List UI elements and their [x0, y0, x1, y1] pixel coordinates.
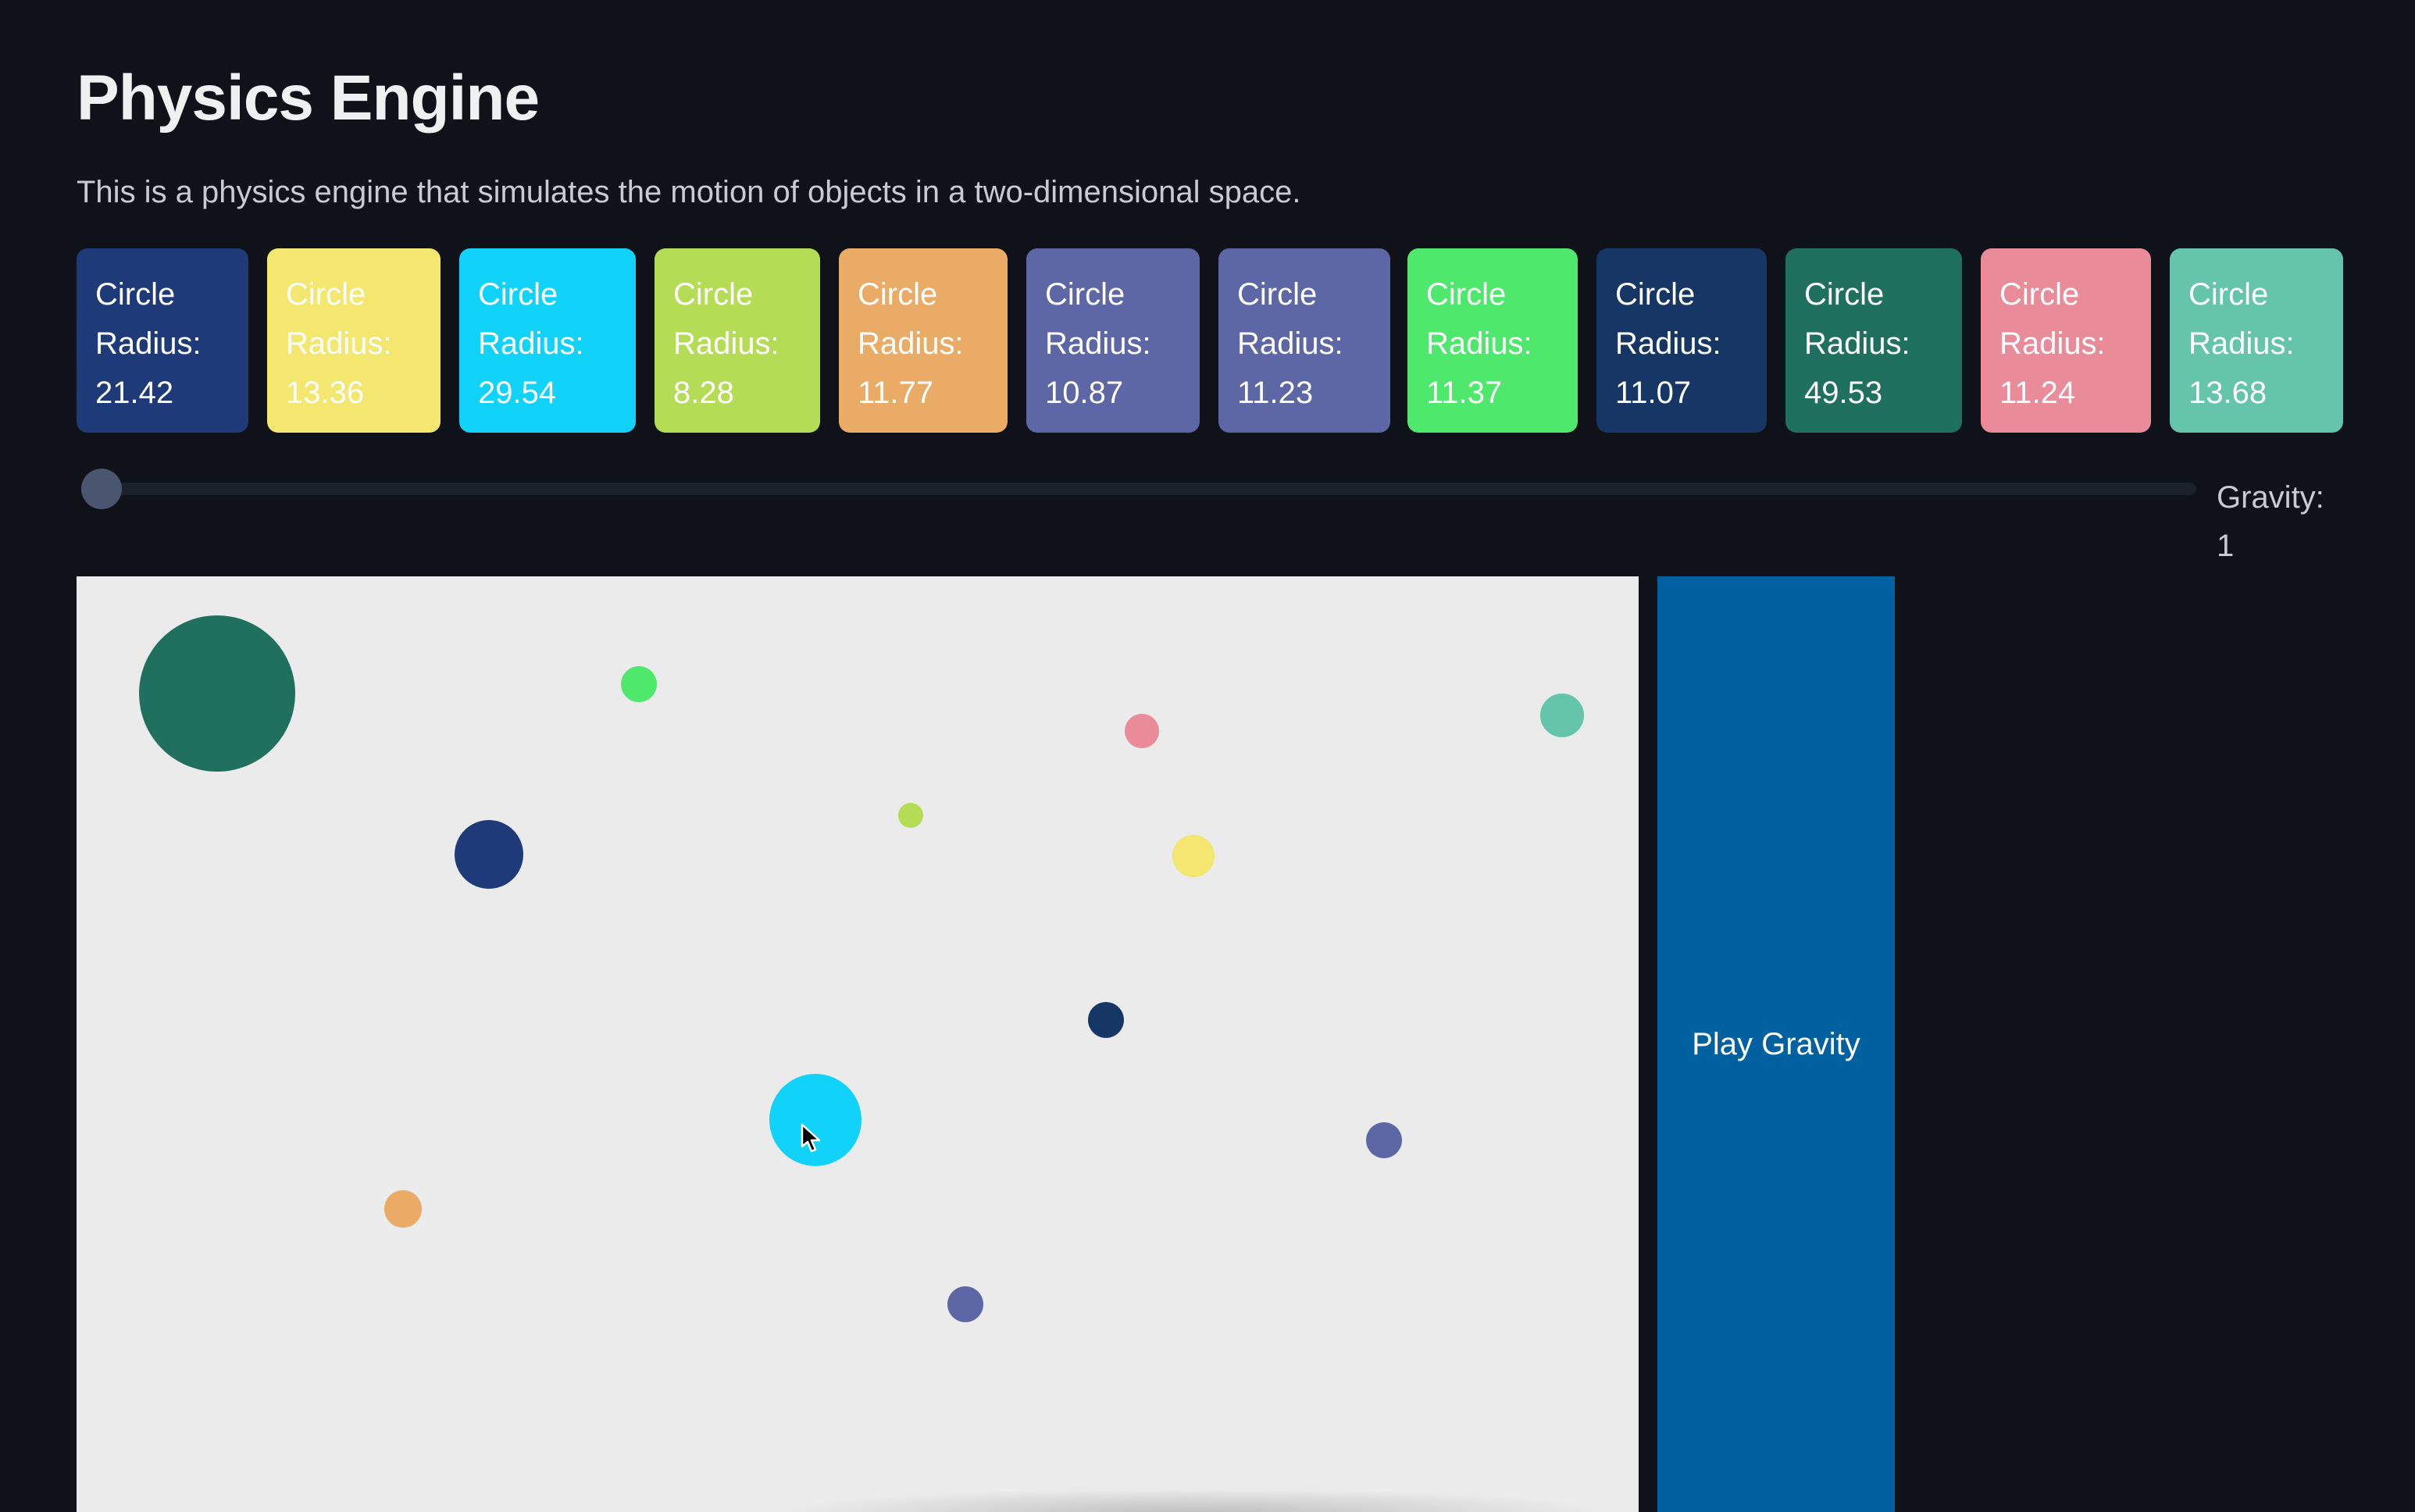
- circle-card-label: Circle: [1999, 277, 2080, 312]
- gravity-slider-track[interactable]: [87, 483, 2196, 495]
- circle-card-label: Radius:: [95, 326, 202, 361]
- circle-card-label: Circle: [1237, 277, 1318, 312]
- circle-card-label: Radius:: [858, 326, 964, 361]
- circle-card-label: Radius:: [478, 326, 584, 361]
- circle-card: Circle Radius: 21.42: [77, 248, 248, 433]
- circle-body[interactable]: [455, 820, 523, 889]
- circle-card-label: Radius:: [1045, 326, 1151, 361]
- circle-card-label: Radius:: [286, 326, 392, 361]
- canvas-shadow: [779, 1489, 1607, 1512]
- circle-card-label: Radius:: [1426, 326, 1532, 361]
- circle-card-label: Circle: [1426, 277, 1507, 312]
- circle-card: Circle Radius: 11.07: [1596, 248, 1767, 433]
- circle-radius-value: 21.42: [95, 376, 174, 410]
- circle-radius-value: 10.87: [1045, 376, 1124, 410]
- gravity-label-text: Gravity:: [2217, 480, 2324, 515]
- circle-card-label: Circle: [858, 277, 938, 312]
- gravity-label: Gravity: 1: [2217, 473, 2324, 570]
- circle-card-label: Radius:: [673, 326, 779, 361]
- circle-card-label: Radius:: [1615, 326, 1721, 361]
- circle-card: Circle Radius: 8.28: [655, 248, 820, 433]
- circle-card: Circle Radius: 11.23: [1218, 248, 1390, 433]
- circle-card-label: Circle: [1045, 277, 1125, 312]
- circle-radius-value: 8.28: [673, 376, 734, 410]
- page-title: Physics Engine: [77, 62, 540, 134]
- circle-card-label: Circle: [478, 277, 558, 312]
- circle-card-label: Radius:: [2188, 326, 2295, 361]
- gravity-slider-thumb[interactable]: [81, 469, 122, 509]
- circle-radius-value: 49.53: [1804, 376, 1883, 410]
- circle-body[interactable]: [1172, 835, 1215, 877]
- circle-card: Circle Radius: 13.36: [267, 248, 441, 433]
- circle-body[interactable]: [947, 1286, 983, 1322]
- circle-body[interactable]: [384, 1190, 422, 1228]
- circle-card: Circle Radius: 11.37: [1407, 248, 1578, 433]
- circle-card: Circle Radius: 29.54: [459, 248, 636, 433]
- circle-radius-value: 29.54: [478, 376, 557, 410]
- page: Physics Engine This is a physics engine …: [77, 0, 2343, 1512]
- circle-body[interactable]: [1540, 694, 1584, 737]
- mouse-cursor-icon: [801, 1123, 821, 1153]
- circle-card: Circle Radius: 11.77: [839, 248, 1008, 433]
- circle-body[interactable]: [139, 615, 295, 772]
- circle-radius-value: 11.37: [1426, 376, 1503, 410]
- circle-radius-value: 13.36: [286, 376, 365, 410]
- circle-card: Circle Radius: 10.87: [1026, 248, 1200, 433]
- circle-body[interactable]: [621, 666, 657, 702]
- circle-card: Circle Radius: 13.68: [2170, 248, 2343, 433]
- play-gravity-button[interactable]: Play Gravity: [1657, 576, 1895, 1512]
- circle-card-label: Circle: [2188, 277, 2269, 312]
- circle-body[interactable]: [1125, 714, 1159, 748]
- circle-card-label: Radius:: [1999, 326, 2106, 361]
- circle-body[interactable]: [898, 803, 923, 828]
- circle-card-label: Circle: [1804, 277, 1885, 312]
- page-description: This is a physics engine that simulates …: [77, 175, 1301, 209]
- circle-card-label: Radius:: [1804, 326, 1910, 361]
- circle-body[interactable]: [1088, 1002, 1124, 1038]
- circle-radius-value: 13.68: [2188, 376, 2267, 410]
- circle-card-label: Radius:: [1237, 326, 1343, 361]
- simulation-canvas[interactable]: [77, 576, 1639, 1512]
- circle-radius-value: 11.77: [858, 376, 934, 410]
- gravity-control: Gravity: 1: [77, 464, 2342, 573]
- circle-card: Circle Radius: 11.24: [1981, 248, 2151, 433]
- circle-card: Circle Radius: 49.53: [1785, 248, 1962, 433]
- circle-card-label: Circle: [286, 277, 366, 312]
- circle-body[interactable]: [1366, 1122, 1402, 1158]
- circle-card-label: Circle: [1615, 277, 1696, 312]
- circle-card-label: Circle: [95, 277, 176, 312]
- circle-radius-value: 11.24: [1999, 376, 2076, 410]
- circle-radius-value: 11.07: [1615, 376, 1692, 410]
- circle-cards: Circle Radius: 21.42 Circle Radius: 13.36 Circ…: [77, 248, 2343, 433]
- circle-card-label: Circle: [673, 277, 754, 312]
- gravity-value: 1: [2217, 529, 2235, 563]
- circle-radius-value: 11.23: [1237, 376, 1314, 410]
